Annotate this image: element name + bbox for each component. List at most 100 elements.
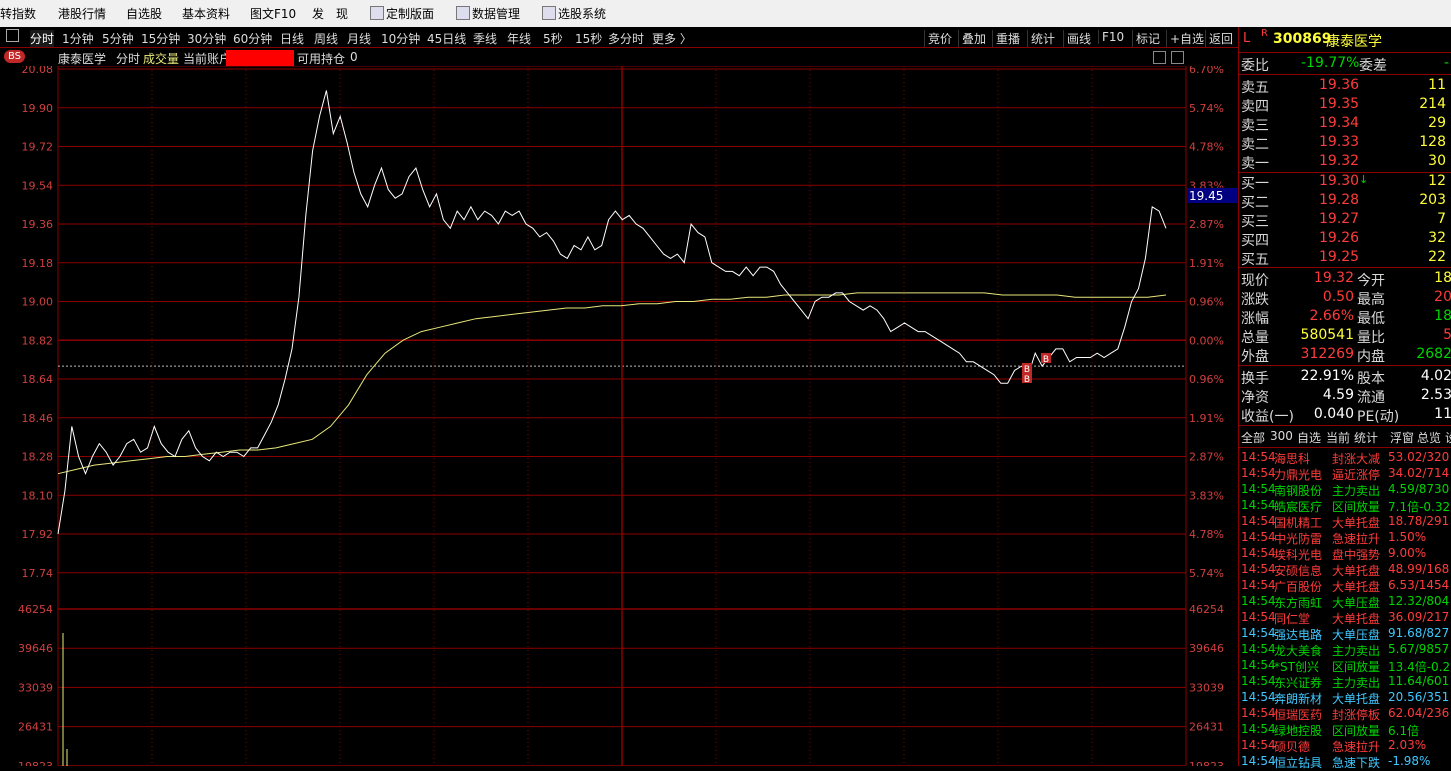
tab-current[interactable]: 当前 — [1326, 429, 1350, 446]
news-stock: 东兴证券 — [1274, 676, 1323, 690]
bs-badge[interactable]: BS — [4, 50, 26, 63]
news-item[interactable]: 14:54 奔朗新材 大单托盘 20.56/351 — [1239, 690, 1451, 706]
news-item[interactable]: 14:54 安硕信息 大单托盘 48.99/168 — [1239, 562, 1451, 578]
panel-toggle-icon[interactable] — [6, 29, 19, 42]
price-tick: 20.08 — [22, 66, 54, 76]
btn-f10[interactable]: F10 — [1098, 30, 1127, 44]
news-item[interactable]: 14:54 国机精工 大单托盘 18.78/291 — [1239, 514, 1451, 530]
percent-tick: 0.96% — [1189, 373, 1224, 386]
news-item[interactable]: 14:54 皓宸医疗 区间放量 7.1倍-0.32 — [1239, 498, 1451, 514]
news-value: 62.04/236 — [1388, 706, 1450, 720]
news-item[interactable]: 14:54 龙大美食 主力卖出 5.67/9857 — [1239, 642, 1451, 658]
quote-label-2: 量比 — [1357, 330, 1385, 346]
news-item[interactable]: 14:54 东兴证券 主力卖出 11.64/601 — [1239, 674, 1451, 690]
menu-discover[interactable]: 发 现 — [312, 5, 348, 22]
news-item[interactable]: 14:54 *ST创兴 区间放量 13.4倍-0.2 — [1239, 658, 1451, 674]
menu-watchlist[interactable]: 自选股 — [126, 5, 162, 22]
news-item[interactable]: 14:54 海思科 封涨大减 53.02/320 — [1239, 450, 1451, 466]
news-item[interactable]: 14:54 恒立钻具 急速下跌 -1.98% — [1239, 754, 1451, 770]
menu-fundamentals[interactable]: 基本资料 — [182, 5, 230, 22]
bid-price[interactable]: 19.28 — [1319, 192, 1359, 208]
tab-5sec[interactable]: 5秒 — [543, 30, 563, 47]
menu-hk-market[interactable]: 港股行情 — [58, 5, 106, 22]
btn-auction[interactable]: 竞价 — [924, 30, 955, 47]
menu-index[interactable]: 转指数 — [0, 5, 36, 22]
btn-statistics[interactable]: 统计 — [1027, 30, 1058, 47]
tab-monthly[interactable]: 月线 — [347, 30, 371, 47]
btn-back[interactable]: 返回 — [1205, 30, 1236, 47]
tab-60min[interactable]: 60分钟 — [233, 30, 272, 47]
news-item[interactable]: 14:54 恒瑞医药 封涨停板 62.04/236 — [1239, 706, 1451, 722]
btn-overlay[interactable]: 叠加 — [958, 30, 989, 47]
bid-price[interactable]: 19.25 — [1319, 249, 1359, 265]
news-time: 14:54 — [1241, 498, 1276, 512]
stock-code: 300869 — [1273, 31, 1332, 47]
menu-data-manage[interactable]: 数据管理 — [456, 5, 520, 22]
news-value: 34.02/714 — [1388, 466, 1450, 480]
ask-price[interactable]: 19.35 — [1319, 96, 1359, 112]
ask-row: 卖四 19.35 214 — [1239, 95, 1451, 115]
news-item[interactable]: 14:54 广百股份 大单托盘 6.53/1454 — [1239, 578, 1451, 594]
zoom-icon[interactable] — [1153, 51, 1166, 64]
bid-price[interactable]: 19.26 — [1319, 230, 1359, 246]
menubar: 转指数 港股行情 自选股 基本资料 图文F10 发 现 定制版面 数据管理 选股… — [0, 0, 1451, 28]
tab-weekly[interactable]: 周线 — [314, 30, 338, 47]
news-item[interactable]: 14:54 硕贝德 急速拉升 2.03% — [1239, 738, 1451, 754]
news-stock: 绿地控股 — [1274, 724, 1323, 738]
tab-daily[interactable]: 日线 — [280, 30, 304, 47]
bid-price[interactable]: 19.27 — [1319, 211, 1359, 227]
news-value: 91.68/827 — [1388, 626, 1450, 640]
menu-f10[interactable]: 图文F10 — [250, 5, 296, 22]
tab-overview[interactable]: 总览 — [1417, 429, 1441, 446]
news-item[interactable]: 14:54 南钢股份 主力卖出 4.59/8730 — [1239, 482, 1451, 498]
tab-30min[interactable]: 30分钟 — [187, 30, 226, 47]
news-item[interactable]: 14:54 强达电路 大单压盘 91.68/827 — [1239, 626, 1451, 642]
tab-5min[interactable]: 5分钟 — [102, 30, 134, 47]
bid-price[interactable]: 19.30 — [1319, 173, 1359, 189]
btn-replay[interactable]: 重播 — [992, 30, 1023, 47]
ask-price[interactable]: 19.34 — [1319, 115, 1359, 131]
tab-more[interactable]: 更多 〉 — [652, 30, 692, 47]
tab-300[interactable]: 300 — [1270, 429, 1293, 443]
news-value: 5.67/9857 — [1388, 642, 1450, 656]
news-item[interactable]: 14:54 绿地控股 区间放量 6.1倍 — [1239, 722, 1451, 738]
tab-all[interactable]: 全部 — [1241, 429, 1265, 446]
tab-45day[interactable]: 45日线 — [427, 30, 466, 47]
tab-quarterly[interactable]: 季线 — [473, 30, 497, 47]
news-value: 9.00% — [1388, 546, 1427, 560]
btn-draw-line[interactable]: 画线 — [1063, 30, 1094, 47]
window-restore-icon[interactable] — [1171, 51, 1184, 64]
news-item[interactable]: 14:54 中光防雷 急速拉升 1.50% — [1239, 530, 1451, 546]
tab-yearly[interactable]: 年线 — [507, 30, 531, 47]
tab-10min[interactable]: 10分钟 — [381, 30, 420, 47]
ask-price[interactable]: 19.36 — [1319, 77, 1359, 93]
menu-stock-picker[interactable]: 选股系统 — [542, 5, 606, 22]
tab-1min[interactable]: 1分钟 — [62, 30, 94, 47]
news-item[interactable]: 14:54 东方雨虹 大单压盘 12.32/804 — [1239, 594, 1451, 610]
tab-15min[interactable]: 15分钟 — [141, 30, 180, 47]
tab-timeshare[interactable]: 分时 — [30, 30, 55, 47]
tab-15sec[interactable]: 15秒 — [575, 30, 602, 47]
bid-label: 买二 — [1241, 195, 1269, 211]
news-item[interactable]: 14:54 同仁堂 大单托盘 36.09/217 — [1239, 610, 1451, 626]
tab-settings[interactable]: 设 — [1445, 429, 1451, 446]
news-item[interactable]: 14:54 埃科光电 盘中强势 9.00% — [1239, 546, 1451, 562]
ask-price[interactable]: 19.33 — [1319, 134, 1359, 150]
tab-multi-timeshare[interactable]: 多分时 — [608, 30, 644, 47]
news-event: 急速拉升 — [1332, 740, 1381, 754]
tab-watch[interactable]: 自选 — [1297, 429, 1321, 446]
news-event: 盘中强势 — [1332, 548, 1381, 562]
news-item[interactable]: 14:54 力鼎光电 逼近涨停 34.02/714 — [1239, 466, 1451, 482]
fund-label-2: 股本 — [1357, 371, 1385, 387]
news-stock: 恒瑞医药 — [1274, 708, 1323, 722]
bid-label: 买三 — [1241, 214, 1269, 230]
menu-custom-layout[interactable]: 定制版面 — [370, 5, 434, 22]
ask-price[interactable]: 19.32 — [1319, 153, 1359, 169]
btn-mark[interactable]: 标记 — [1132, 30, 1163, 47]
tab-stats[interactable]: 统计 — [1354, 429, 1378, 446]
btn-add-watchlist[interactable]: +自选 — [1166, 30, 1207, 47]
tab-float[interactable]: 浮窗 — [1390, 429, 1414, 446]
fundamental-row: 换手 22.91% 股本 4.02 — [1239, 367, 1451, 387]
news-value: 4.59/8730 — [1388, 482, 1450, 496]
timeshare-chart: 20.08 19.90 19.72 19.54 19.36 19.18 19.00 18.82… — [18, 66, 1237, 766]
